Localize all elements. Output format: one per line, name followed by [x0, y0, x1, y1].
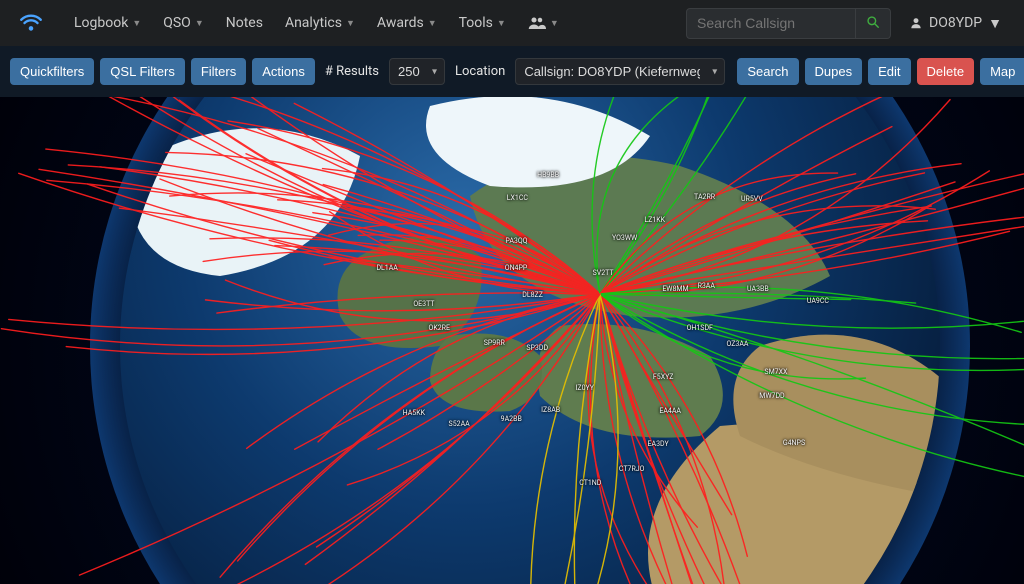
nav-label: Tools: [459, 15, 493, 31]
location-select-wrap: Callsign: DO8YDP (Kiefernweg 1): [515, 58, 725, 85]
map-button[interactable]: Map: [980, 58, 1024, 85]
chevron-down-icon: ▼: [497, 18, 506, 29]
actions-button[interactable]: Actions: [252, 58, 315, 85]
dupes-button[interactable]: Dupes: [805, 58, 863, 85]
nav-label: Analytics: [285, 15, 342, 31]
location-select[interactable]: Callsign: DO8YDP (Kiefernweg 1): [515, 58, 725, 85]
edit-button[interactable]: Edit: [868, 58, 910, 85]
chevron-down-icon: ▼: [988, 15, 1002, 32]
qsl-filters-button[interactable]: QSL Filters: [100, 58, 185, 85]
top-navbar: Logbook ▼ QSO ▼ Notes Analytics ▼ Awards ▼ T…: [0, 0, 1024, 46]
nav-right: DO8YDP ▼: [686, 8, 1010, 39]
chevron-down-icon: ▼: [550, 18, 559, 29]
results-select[interactable]: 250: [389, 58, 445, 85]
nav-label: Logbook: [74, 15, 128, 31]
globe-map-area[interactable]: OH1SDFOZ3AASM7XXMW7DDG4NPSF5XYZEA4AAEA3D…: [0, 46, 1024, 584]
nav-label: Awards: [377, 15, 424, 31]
nav-items: Logbook ▼ QSO ▼ Notes Analytics ▼ Awards ▼ T…: [64, 7, 569, 39]
group-icon: [528, 16, 546, 30]
location-label: Location: [451, 64, 509, 79]
results-label: # Results: [321, 64, 383, 79]
chevron-down-icon: ▼: [346, 18, 355, 29]
nav-tools[interactable]: Tools ▼: [449, 7, 516, 39]
globe-svg: [0, 46, 1024, 584]
nav-admin[interactable]: ▼: [518, 7, 569, 39]
filter-toolbar: Quickfilters QSL Filters Filters Actions…: [0, 46, 1024, 97]
callsign-search-input[interactable]: [686, 8, 856, 39]
user-menu[interactable]: DO8YDP ▼: [901, 9, 1010, 38]
wifi-icon: [18, 10, 44, 36]
search-icon: [866, 15, 880, 29]
nav-notes[interactable]: Notes: [216, 7, 273, 39]
results-select-wrap: 250: [389, 58, 445, 85]
app-logo[interactable]: [14, 6, 48, 40]
nav-analytics[interactable]: Analytics ▼: [275, 7, 365, 39]
chevron-down-icon: ▼: [195, 18, 204, 29]
chevron-down-icon: ▼: [428, 18, 437, 29]
quickfilters-button[interactable]: Quickfilters: [10, 58, 94, 85]
callsign-search-button[interactable]: [856, 8, 891, 39]
callsign-search-group: [686, 8, 891, 39]
user-label: DO8YDP: [929, 15, 982, 31]
nav-label: QSO: [163, 15, 191, 31]
filters-button[interactable]: Filters: [191, 58, 246, 85]
nav-awards[interactable]: Awards ▼: [367, 7, 447, 39]
nav-logbook[interactable]: Logbook ▼: [64, 7, 151, 39]
delete-button[interactable]: Delete: [917, 58, 975, 85]
chevron-down-icon: ▼: [132, 18, 141, 29]
nav-label: Notes: [226, 15, 263, 31]
nav-qso[interactable]: QSO ▼: [153, 7, 214, 39]
search-button[interactable]: Search: [737, 58, 798, 85]
user-icon: [909, 16, 923, 30]
